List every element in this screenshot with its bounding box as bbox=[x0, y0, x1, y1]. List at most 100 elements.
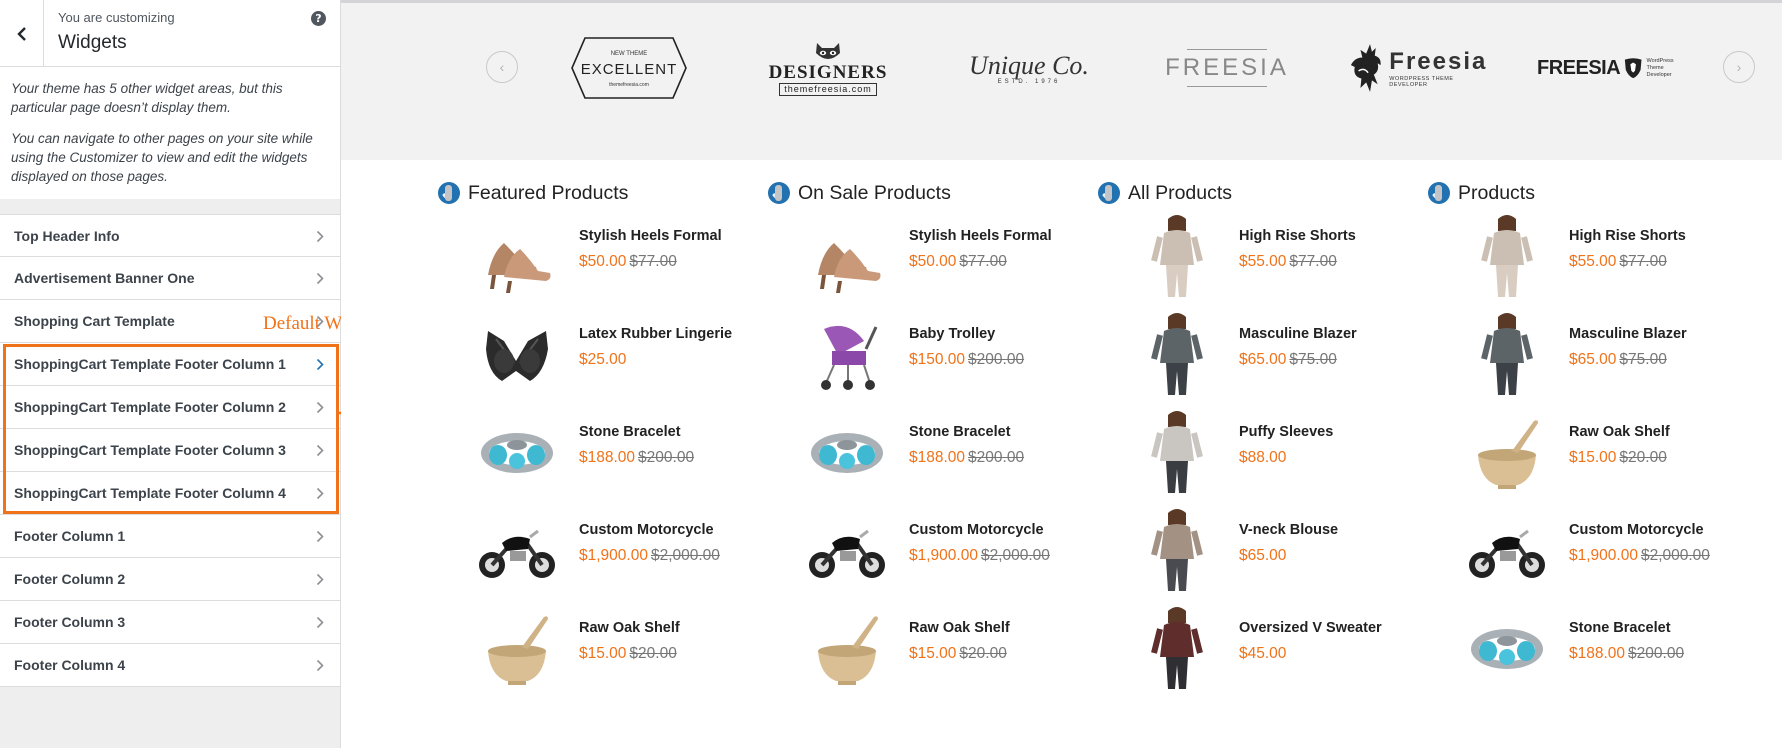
product-name-link[interactable]: Custom Motorcycle bbox=[909, 522, 1044, 538]
product-item[interactable]: High Rise Shorts $55.00 $77.00 bbox=[1430, 213, 1730, 311]
product-name-link[interactable]: Stylish Heels Formal bbox=[909, 228, 1052, 244]
product-name-link[interactable]: Stone Bracelet bbox=[579, 424, 681, 440]
product-image[interactable] bbox=[474, 605, 560, 691]
product-image[interactable] bbox=[804, 409, 890, 495]
sale-price: $1,900.00 bbox=[909, 547, 978, 564]
product-image[interactable] bbox=[1464, 507, 1550, 593]
product-image[interactable] bbox=[804, 605, 890, 691]
product-image[interactable] bbox=[1134, 507, 1220, 593]
product-item[interactable]: Custom Motorcycle $1,900.00 $2,000.00 bbox=[1430, 507, 1730, 605]
widget-area-footer-column-4[interactable]: Footer Column 4 bbox=[0, 644, 340, 687]
widget-title: ✎ Products bbox=[1428, 180, 1730, 206]
widget-area-advertisement-banner-one[interactable]: Advertisement Banner One bbox=[0, 257, 340, 300]
product-image[interactable] bbox=[1134, 409, 1220, 495]
product-item[interactable]: Stylish Heels Formal $50.00 $77.00 bbox=[770, 213, 1070, 311]
product-name-link[interactable]: Custom Motorcycle bbox=[1569, 522, 1704, 538]
product-name-link[interactable]: V-neck Blouse bbox=[1239, 522, 1338, 538]
product-image[interactable] bbox=[804, 507, 890, 593]
product-name-link[interactable]: Stone Bracelet bbox=[1569, 620, 1671, 636]
product-name-link[interactable]: Raw Oak Shelf bbox=[1569, 424, 1670, 440]
widget-area-label: Advertisement Banner One bbox=[14, 270, 195, 286]
widget-edit-shortcut-icon[interactable]: ✎ bbox=[438, 182, 460, 204]
product-name-link[interactable]: Stylish Heels Formal bbox=[579, 228, 722, 244]
product-item[interactable]: Masculine Blazer $65.00 $75.00 bbox=[1100, 311, 1400, 409]
product-image[interactable] bbox=[1134, 311, 1220, 397]
brand-logo-freesia-light[interactable]: FREESIA bbox=[1165, 31, 1289, 105]
product-image[interactable] bbox=[1464, 409, 1550, 495]
back-button[interactable] bbox=[0, 0, 44, 67]
product-item[interactable]: Stone Bracelet $188.00 $200.00 bbox=[1430, 605, 1730, 703]
brand-logo-freesia-shield[interactable]: FREESIA WordPress Theme Developer bbox=[1537, 31, 1687, 105]
product-image[interactable] bbox=[1134, 605, 1220, 691]
product-name-link[interactable]: Raw Oak Shelf bbox=[579, 620, 680, 636]
product-item[interactable]: High Rise Shorts $55.00 $77.00 bbox=[1100, 213, 1400, 311]
product-item[interactable]: Custom Motorcycle $1,900.00 $2,000.00 bbox=[770, 507, 1070, 605]
product-item[interactable]: V-neck Blouse $65.00 bbox=[1100, 507, 1400, 605]
product-name-link[interactable]: High Rise Shorts bbox=[1569, 228, 1686, 244]
help-icon[interactable]: ? bbox=[311, 11, 326, 26]
product-name-link[interactable]: High Rise Shorts bbox=[1239, 228, 1356, 244]
product-image[interactable] bbox=[1464, 213, 1550, 299]
carousel-next-button[interactable]: › bbox=[1723, 51, 1755, 83]
product-price: $15.00 $20.00 bbox=[579, 645, 677, 663]
brand-sub-2: Theme Developer bbox=[1646, 64, 1672, 78]
product-image[interactable] bbox=[474, 213, 560, 299]
product-item[interactable]: Stylish Heels Formal $50.00 $77.00 bbox=[440, 213, 740, 311]
carousel-prev-button[interactable]: ‹ bbox=[486, 51, 518, 83]
original-price: $75.00 bbox=[1619, 351, 1667, 368]
brand-url: themefreesia.com bbox=[779, 82, 877, 96]
widget-area-footer-column-3[interactable]: Footer Column 3 bbox=[0, 601, 340, 644]
brand-logo-unique-co[interactable]: Unique Co. ESTD. 1976 bbox=[969, 31, 1089, 105]
customizing-label: You are customizing bbox=[58, 10, 175, 25]
product-name-link[interactable]: Baby Trolley bbox=[909, 326, 995, 342]
sale-price: $50.00 bbox=[579, 253, 627, 270]
product-item[interactable]: Raw Oak Shelf $15.00 $20.00 bbox=[770, 605, 1070, 703]
brand-logo-excellent[interactable]: NEW THEME EXCELLENT themefreesia.com bbox=[569, 31, 689, 105]
widget-edit-shortcut-icon[interactable]: ✎ bbox=[768, 182, 790, 204]
product-name-link[interactable]: Raw Oak Shelf bbox=[909, 620, 1010, 636]
widget-area-footer-column-1[interactable]: Footer Column 1 bbox=[0, 515, 340, 558]
product-item[interactable]: Custom Motorcycle $1,900.00 $2,000.00 bbox=[440, 507, 740, 605]
product-image[interactable] bbox=[1464, 311, 1550, 397]
original-price: $200.00 bbox=[968, 351, 1025, 368]
widget-area-label: Footer Column 3 bbox=[14, 614, 126, 630]
sale-price: $1,900.00 bbox=[1569, 547, 1638, 564]
widget-on-sale-products: ✎ On Sale Products Stylish Heels Formal $… bbox=[768, 180, 1070, 685]
widget-edit-shortcut-icon[interactable]: ✎ bbox=[1098, 182, 1120, 204]
product-name-link[interactable]: Custom Motorcycle bbox=[579, 522, 714, 538]
divider bbox=[1187, 49, 1267, 50]
brand-tagline: WORDPRESS THEME DEVELOPER bbox=[1389, 76, 1454, 88]
product-image[interactable] bbox=[474, 311, 560, 397]
product-name-link[interactable]: Stone Bracelet bbox=[909, 424, 1011, 440]
brand-name: Unique Co. bbox=[969, 51, 1089, 80]
product-image[interactable] bbox=[804, 213, 890, 299]
product-item[interactable]: Latex Rubber Lingerie $25.00 bbox=[440, 311, 740, 409]
product-name-link[interactable]: Masculine Blazer bbox=[1569, 326, 1687, 342]
product-name-link[interactable]: Puffy Sleeves bbox=[1239, 424, 1333, 440]
product-item[interactable]: Stone Bracelet $188.00 $200.00 bbox=[440, 409, 740, 507]
product-image[interactable] bbox=[474, 507, 560, 593]
widget-area-footer-column-2[interactable]: Footer Column 2 bbox=[0, 558, 340, 601]
product-item[interactable]: Masculine Blazer $65.00 $75.00 bbox=[1430, 311, 1730, 409]
product-item[interactable]: Raw Oak Shelf $15.00 $20.00 bbox=[440, 605, 740, 703]
product-name-link[interactable]: Latex Rubber Lingerie bbox=[579, 326, 732, 342]
widget-edit-shortcut-icon[interactable]: ✎ bbox=[1428, 182, 1450, 204]
brand-logo-designers[interactable]: DESIGNERS themefreesia.com bbox=[763, 31, 893, 105]
brand-logo-freesia-lion[interactable]: Freesia WORDPRESS THEME DEVELOPER bbox=[1349, 31, 1489, 105]
sale-price: $15.00 bbox=[909, 645, 957, 662]
product-image[interactable] bbox=[1134, 213, 1220, 299]
excellent-badge: NEW THEME EXCELLENT themefreesia.com bbox=[571, 37, 687, 99]
product-item[interactable]: Stone Bracelet $188.00 $200.00 bbox=[770, 409, 1070, 507]
widget-area-top-header-info[interactable]: Top Header Info bbox=[0, 214, 340, 257]
product-item[interactable]: Oversized V Sweater $45.00 bbox=[1100, 605, 1400, 703]
product-name-link[interactable]: Oversized V Sweater bbox=[1239, 620, 1382, 636]
product-item[interactable]: Puffy Sleeves $88.00 bbox=[1100, 409, 1400, 507]
product-image[interactable] bbox=[804, 311, 890, 397]
widget-title: ✎ All Products bbox=[1098, 180, 1400, 206]
product-name-link[interactable]: Masculine Blazer bbox=[1239, 326, 1357, 342]
product-image[interactable] bbox=[1464, 605, 1550, 691]
product-image[interactable] bbox=[474, 409, 560, 495]
product-item[interactable]: Raw Oak Shelf $15.00 $20.00 bbox=[1430, 409, 1730, 507]
product-price: $188.00 $200.00 bbox=[909, 449, 1024, 467]
product-item[interactable]: Baby Trolley $150.00 $200.00 bbox=[770, 311, 1070, 409]
